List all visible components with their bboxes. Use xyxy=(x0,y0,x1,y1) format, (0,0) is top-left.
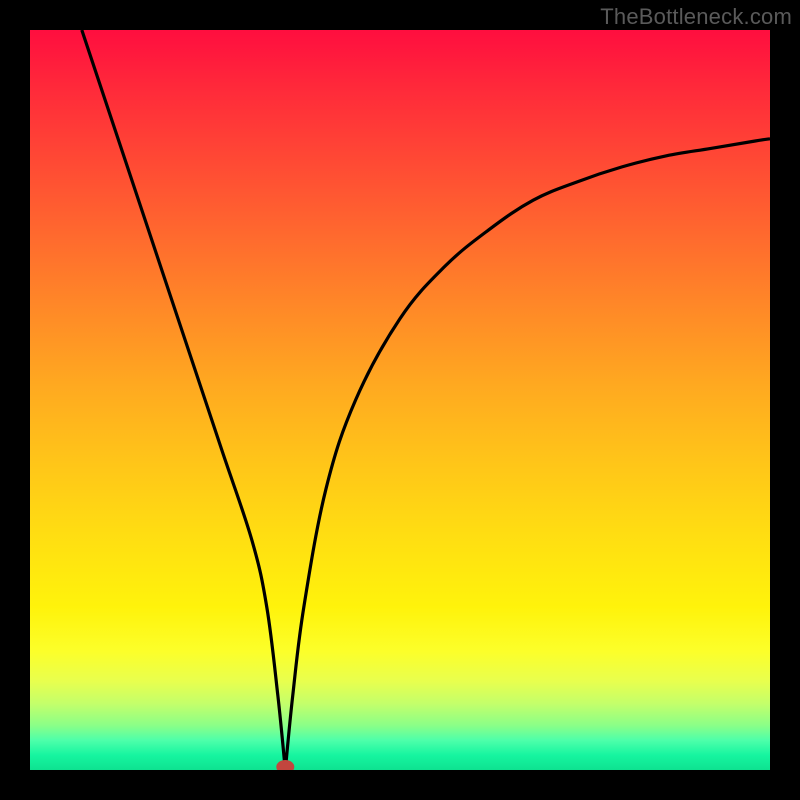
curve-layer xyxy=(30,30,770,770)
optimal-point-marker xyxy=(276,760,294,770)
bottleneck-curve xyxy=(82,30,770,770)
chart-frame: TheBottleneck.com xyxy=(0,0,800,800)
plot-area xyxy=(30,30,770,770)
watermark-text: TheBottleneck.com xyxy=(600,4,792,30)
